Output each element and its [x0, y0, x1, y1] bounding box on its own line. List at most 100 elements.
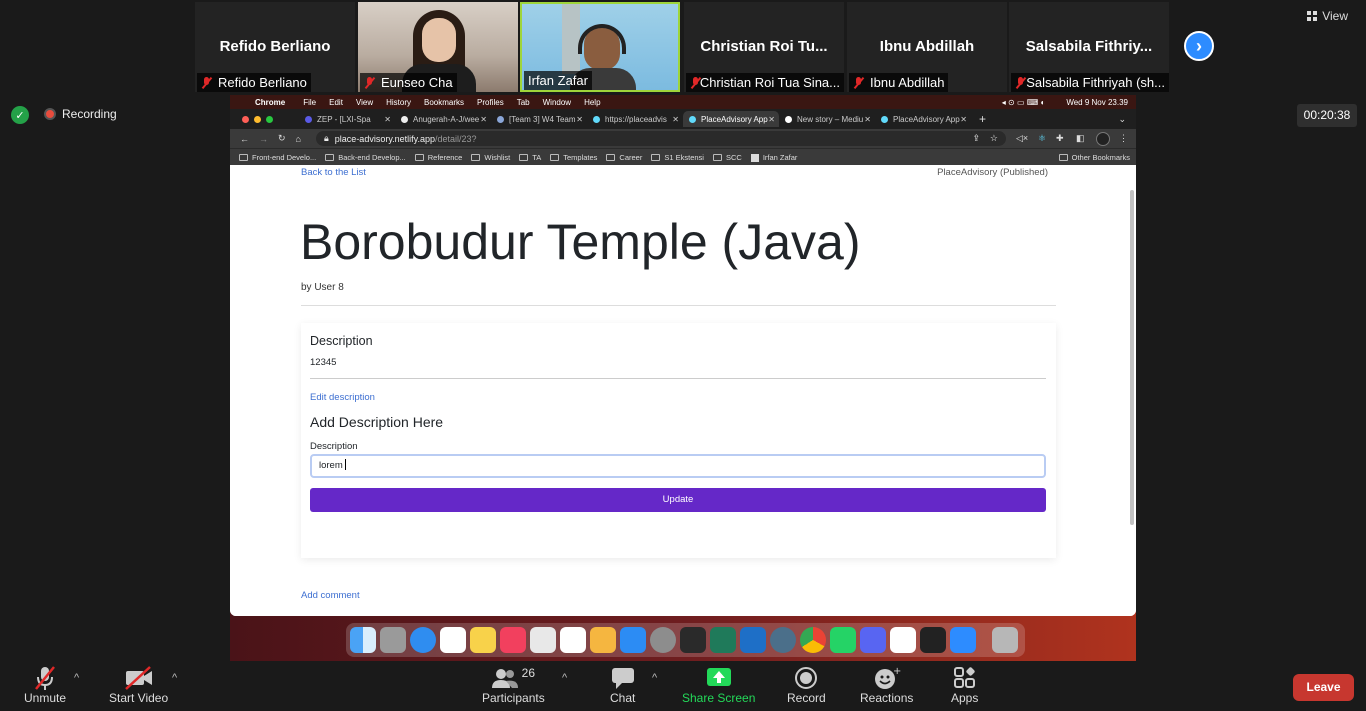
description-input[interactable]: lorem	[310, 454, 1046, 478]
window-controls	[242, 115, 273, 123]
menubar-item: Help	[584, 97, 601, 107]
music-icon[interactable]	[500, 627, 526, 653]
browser-tab[interactable]: [Team 3] W4 Team ✕	[491, 111, 587, 127]
figma-icon[interactable]	[680, 627, 706, 653]
start-video-label: Start Video	[109, 691, 169, 705]
browser-tab[interactable]: Anugerah-A-J/wee ✕	[395, 111, 491, 127]
tab-search-icon[interactable]: ⌄	[1118, 114, 1126, 125]
browser-tab[interactable]: https://placeadvis ✕	[587, 111, 683, 127]
participant-tile[interactable]: Salsabila Fithriy... Salsabila Fithriyah…	[1009, 2, 1169, 92]
launchpad-icon[interactable]	[380, 627, 406, 653]
unmute-button[interactable]: Unmute	[24, 665, 66, 705]
participants-label: Participants	[482, 691, 545, 705]
record-button[interactable]: Record	[787, 665, 826, 705]
discord-icon[interactable]	[860, 627, 886, 653]
bookmark-folder[interactable]: Back-end Develop...	[325, 153, 406, 162]
star-icon[interactable]: ☆	[990, 133, 998, 144]
close-tab-icon[interactable]: ✕	[864, 115, 871, 124]
minimize-window-button[interactable]	[254, 115, 261, 123]
participant-video-tile-active[interactable]: Irfan Zafar	[520, 2, 680, 92]
safari-icon[interactable]	[410, 627, 436, 653]
bookmark-folder[interactable]: Templates	[550, 153, 597, 162]
audio-options-caret[interactable]: ^	[74, 672, 79, 684]
video-options-caret[interactable]: ^	[172, 672, 177, 684]
app-store-icon[interactable]	[620, 627, 646, 653]
maximize-window-button[interactable]	[266, 115, 273, 123]
close-tab-icon[interactable]: ✕	[480, 115, 487, 124]
bookmark-link[interactable]: Irfan Zafar	[750, 153, 797, 162]
pages-icon[interactable]	[590, 627, 616, 653]
browser-tab[interactable]: PlaceAdvisory App ✕	[875, 111, 971, 127]
puzzle-icon[interactable]: ✚	[1056, 133, 1064, 144]
chrome-icon[interactable]	[800, 627, 826, 653]
browser-tab[interactable]: New story – Mediu ✕	[779, 111, 875, 127]
participants-caret[interactable]: ^	[562, 672, 567, 684]
close-tab-icon[interactable]: ✕	[384, 115, 391, 124]
slack-icon[interactable]	[890, 627, 916, 653]
close-tab-icon[interactable]: ✕	[672, 115, 679, 124]
add-comment-link[interactable]: Add comment	[301, 590, 360, 601]
mute-tab-icon[interactable]: ◁×	[1016, 133, 1028, 144]
close-window-button[interactable]	[242, 115, 249, 123]
participant-tile[interactable]: Refido Berliano Refido Berliano	[195, 2, 355, 92]
view-button[interactable]: View	[1307, 9, 1348, 23]
close-tab-icon[interactable]: ✕	[960, 115, 967, 124]
sourcetree-icon[interactable]	[710, 627, 736, 653]
participant-tile[interactable]: Ibnu Abdillah Ibnu Abdillah	[847, 2, 1007, 92]
more-menu-icon[interactable]: ⋮	[1119, 133, 1128, 144]
vscode-icon[interactable]	[740, 627, 766, 653]
bookmark-folder[interactable]: Reference	[414, 153, 462, 162]
participants-button[interactable]: 26 Participants	[482, 665, 545, 705]
close-tab-icon[interactable]: ✕	[576, 115, 583, 124]
react-icon	[881, 115, 888, 123]
browser-tab[interactable]: ZEP - [LXI-Spa ✕	[299, 111, 395, 127]
forward-arrow-icon[interactable]: →	[259, 134, 268, 144]
avatar[interactable]	[1096, 132, 1110, 146]
bookmark-folder[interactable]: Front-end Develo...	[239, 153, 316, 162]
address-bar[interactable]: 🔒︎ place-advisory.netlify.app/detail/23?…	[316, 131, 1006, 146]
update-button[interactable]: Update	[310, 488, 1046, 512]
recording-indicator[interactable]: Recording	[44, 107, 117, 121]
scrollbar[interactable]	[1130, 190, 1134, 525]
back-to-list-link[interactable]: Back to the List	[301, 167, 366, 178]
bookmark-folder[interactable]: Career	[606, 153, 642, 162]
chat-button[interactable]: Chat	[610, 665, 635, 705]
share-screen-button[interactable]: Share Screen	[682, 665, 755, 705]
trash-icon[interactable]	[992, 627, 1018, 653]
close-tab-icon[interactable]: ✕	[768, 115, 775, 124]
next-participants-button[interactable]: ›	[1184, 31, 1214, 61]
security-shield-icon[interactable]: ✓	[11, 106, 29, 124]
numbers-icon[interactable]	[560, 627, 586, 653]
home-icon[interactable]: ⌂	[296, 134, 301, 144]
sidebar-icon[interactable]: ◧	[1076, 133, 1085, 144]
reload-icon[interactable]: ↻	[278, 133, 286, 144]
keynote-icon[interactable]	[530, 627, 556, 653]
edit-description-link[interactable]: Edit description	[310, 392, 375, 403]
other-bookmarks[interactable]: Other Bookmarks	[1058, 153, 1130, 162]
leave-button[interactable]: Leave	[1293, 674, 1354, 701]
chat-caret[interactable]: ^	[652, 672, 657, 684]
finder-icon[interactable]	[350, 627, 376, 653]
start-video-button[interactable]: Start Video	[109, 665, 168, 705]
whatsapp-icon[interactable]	[830, 627, 856, 653]
bookmark-folder[interactable]: TA	[519, 153, 541, 162]
terminal-icon[interactable]	[920, 627, 946, 653]
participant-video-tile[interactable]: Eunseo Cha	[358, 2, 518, 92]
back-arrow-icon[interactable]: ←	[240, 134, 249, 144]
bookmark-folder[interactable]: S1 Ekstensi	[651, 153, 704, 162]
browser-tab-active[interactable]: PlaceAdvisory App ✕	[683, 111, 779, 127]
notes-icon[interactable]	[470, 627, 496, 653]
calendar-icon[interactable]	[440, 627, 466, 653]
extension-icon[interactable]: ⚛	[1038, 133, 1046, 144]
description-input-value: lorem	[319, 460, 343, 471]
apps-button[interactable]: Apps	[951, 665, 978, 705]
participant-tile[interactable]: Christian Roi Tu... Christian Roi Tua Si…	[684, 2, 844, 92]
quicktime-icon[interactable]	[770, 627, 796, 653]
share-icon[interactable]: ⇪	[972, 133, 980, 144]
reactions-button[interactable]: + Reactions	[860, 665, 913, 705]
zoom-icon[interactable]	[950, 627, 976, 653]
system-settings-icon[interactable]	[650, 627, 676, 653]
new-tab-button[interactable]: +	[979, 112, 986, 126]
bookmark-folder[interactable]: SCC	[712, 153, 742, 162]
bookmark-folder[interactable]: Wishlist	[471, 153, 510, 162]
